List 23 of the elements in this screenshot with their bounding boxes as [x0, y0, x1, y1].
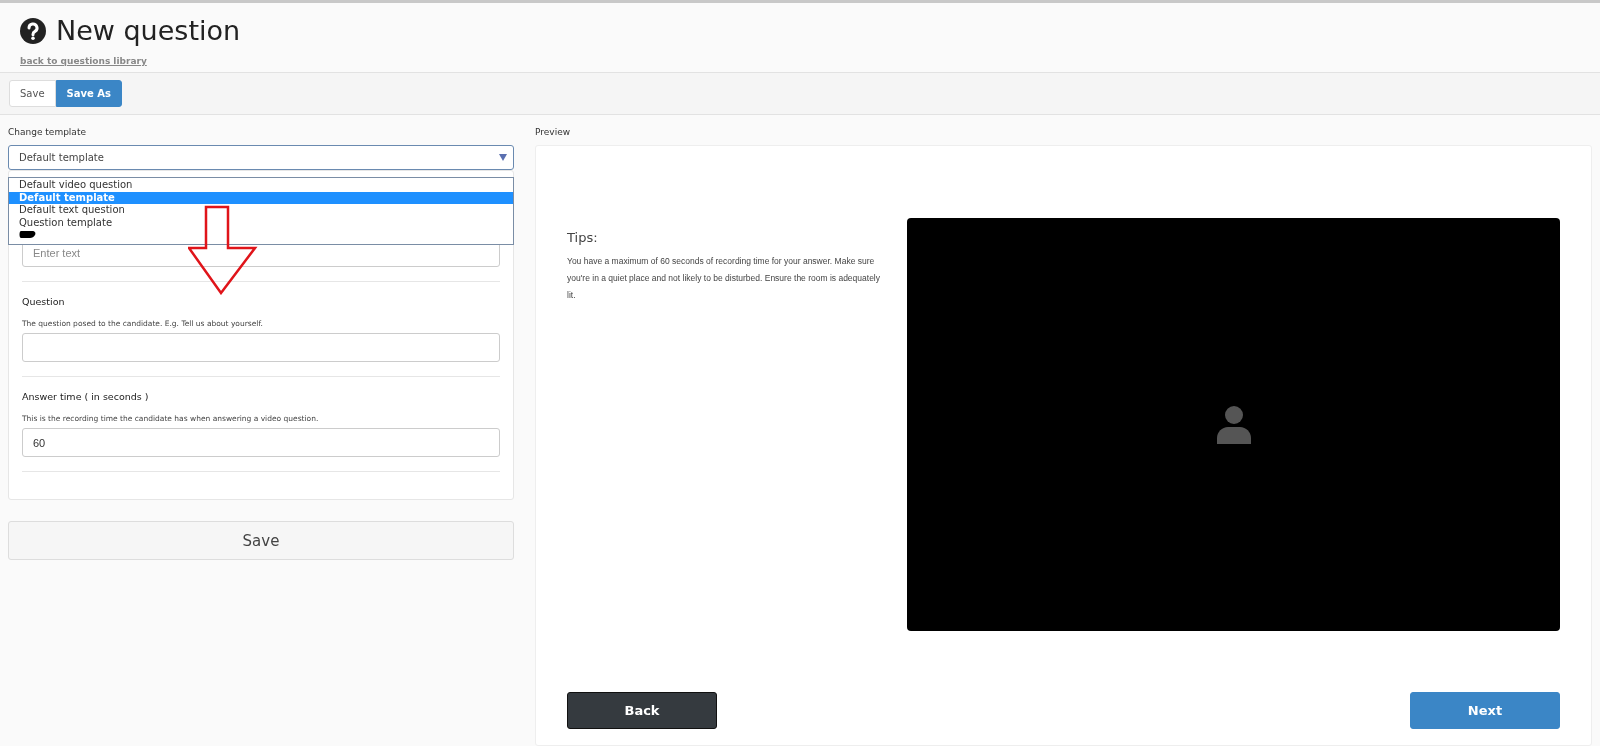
- field-label: Answer time ( in seconds ): [22, 391, 150, 402]
- annotation-arrow-icon: [188, 205, 258, 295]
- caret-icon: [499, 154, 507, 161]
- page-title: New question: [56, 15, 241, 46]
- tips-title: Tips:: [567, 230, 599, 245]
- input-field[interactable]: [22, 333, 500, 362]
- save-as-button[interactable]: Save As: [55, 80, 122, 107]
- field-label: Question: [22, 296, 66, 307]
- dropdown-option[interactable]: Default video question: [9, 179, 513, 192]
- tips-text: You have a maximum of 60 seconds of recording time for your answer. Make sure you're in a quiet place and not likely to be disturbed. Ensure the room is adequately lit.: [567, 255, 881, 302]
- preview-label: Preview: [535, 127, 572, 137]
- dropdown-option[interactable]: Default text question: [9, 204, 513, 217]
- field-label: Change template: [8, 127, 87, 137]
- save-button[interactable]: Save: [8, 521, 514, 560]
- redaction-mark-icon: [19, 230, 36, 239]
- template-select[interactable]: Default template: [8, 145, 514, 170]
- help-icon: [20, 17, 46, 44]
- dropdown-option[interactable]: Question template: [9, 216, 513, 230]
- next-button[interactable]: Next: [1410, 692, 1560, 729]
- input-field[interactable]: 60: [22, 428, 500, 457]
- save-button[interactable]: Save: [9, 80, 56, 107]
- user-icon: [1216, 405, 1251, 444]
- back-button[interactable]: Back: [567, 692, 717, 729]
